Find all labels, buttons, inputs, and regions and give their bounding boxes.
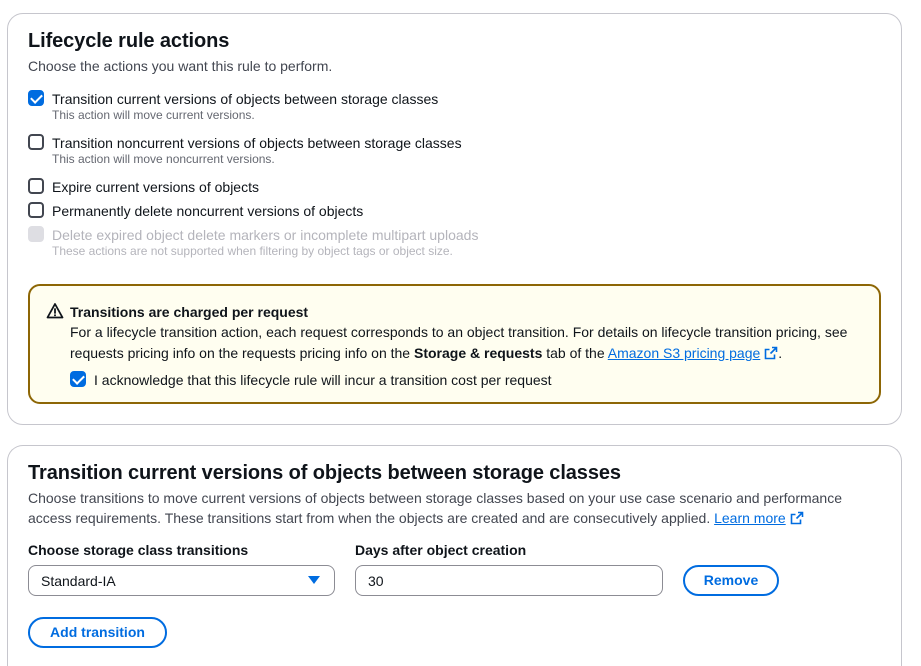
actions-section-title: Lifecycle rule actions — [28, 30, 230, 52]
option-transition-noncurrent[interactable]: Transition noncurrent versions of object… — [28, 133, 488, 166]
days-label: Days after object creation — [355, 542, 527, 558]
option-expire-current[interactable]: Expire current versions of objects — [28, 177, 288, 197]
acknowledge-option[interactable]: I acknowledge that this lifecycle rule w… — [70, 370, 570, 390]
option-sublabel: This action will move noncurrent version… — [52, 152, 275, 166]
option-label: Expire current versions of objects — [52, 179, 259, 195]
option-transition-current[interactable]: Transition current versions of objects b… — [28, 89, 488, 122]
transition-section-title: Transition current versions of objects b… — [28, 462, 621, 484]
s3-pricing-link[interactable]: Amazon S3 pricing page — [608, 345, 761, 361]
remove-button[interactable]: Remove — [683, 565, 779, 596]
transition-section-description: Choose transitions to move current versi… — [28, 488, 873, 528]
option-delete-expired-markers: Delete expired object delete markers or … — [28, 225, 508, 258]
alert-body-bold: Storage & requests — [413, 345, 543, 361]
option-delete-noncurrent[interactable]: Permanently delete noncurrent versions o… — [28, 201, 388, 221]
transition-cost-alert: Transitions are charged per request For … — [28, 284, 881, 404]
alert-body-text: . — [778, 345, 783, 361]
alert-title: Transitions are charged per request — [70, 304, 309, 320]
storage-class-select[interactable]: Standard-IA — [28, 565, 335, 596]
external-link-icon[interactable] — [790, 511, 804, 525]
option-transition-noncurrent-checkbox[interactable] — [28, 134, 44, 150]
learn-more-link[interactable]: Learn more — [714, 510, 786, 526]
option-sublabel: These actions are not supported when fil… — [52, 244, 453, 258]
alert-body: For a lifecycle transition action, each … — [70, 322, 870, 364]
external-link-icon[interactable] — [764, 346, 778, 360]
option-label: Permanently delete noncurrent versions o… — [52, 203, 364, 219]
option-sublabel: This action will move current versions. — [52, 108, 255, 122]
option-delete-noncurrent-checkbox[interactable] — [28, 202, 44, 218]
option-transition-current-checkbox[interactable] — [28, 90, 44, 106]
acknowledge-label: I acknowledge that this lifecycle rule w… — [94, 372, 552, 388]
option-label: Transition noncurrent versions of object… — [52, 135, 462, 151]
warning-icon — [46, 303, 64, 319]
days-field[interactable] — [355, 565, 663, 596]
alert-body-text: tab of the — [542, 345, 608, 361]
storage-class-value: Standard-IA — [41, 573, 116, 589]
days-input[interactable] — [368, 571, 648, 591]
actions-section-description: Choose the actions you want this rule to… — [28, 58, 333, 74]
option-label: Transition current versions of objects b… — [52, 91, 439, 107]
option-expire-current-checkbox[interactable] — [28, 178, 44, 194]
option-label: Delete expired object delete markers or … — [52, 227, 479, 243]
storage-class-label: Choose storage class transitions — [28, 542, 249, 558]
add-transition-button[interactable]: Add transition — [28, 617, 167, 648]
acknowledge-checkbox[interactable] — [70, 371, 86, 387]
option-delete-expired-markers-checkbox — [28, 226, 44, 242]
caret-down-icon — [308, 576, 320, 584]
